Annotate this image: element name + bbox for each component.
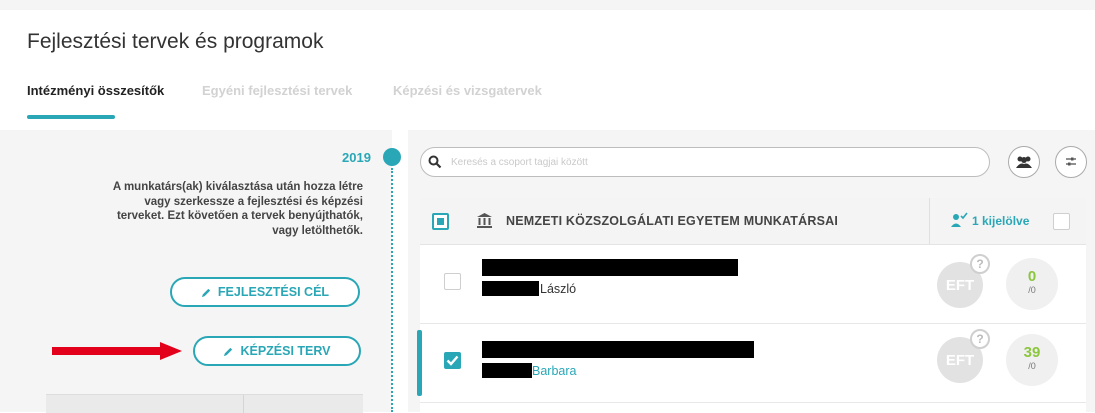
search-input[interactable]: Keresés a csoport tagjai között (420, 147, 990, 177)
bottom-tabs-divider (243, 395, 244, 413)
red-arrow-annotation (52, 342, 182, 360)
member-first-name: Barbara (532, 364, 577, 378)
timeline-line (391, 168, 393, 412)
list-item[interactable]: László EFT ? 0 /0 (420, 245, 1086, 324)
checkmark-icon (446, 355, 459, 366)
search-placeholder: Keresés a csoport tagjai között (451, 157, 588, 168)
filter-settings-button[interactable] (1055, 146, 1087, 178)
search-icon (428, 155, 442, 169)
redacted-name (482, 259, 738, 276)
institution-icon (477, 213, 492, 228)
left-bottom-tabs (46, 394, 363, 413)
count-total: /0 (1028, 285, 1036, 295)
pencil-icon (224, 347, 233, 356)
organization-name: NEMZETI KÖZSZOLGÁLATI EGYETEM MUNKATÁRSA… (506, 214, 839, 228)
selected-row-indicator (417, 330, 422, 396)
redacted-surname (482, 363, 532, 378)
kepzesi-terv-label: KÉPZÉSI TERV (240, 344, 331, 358)
top-bar (0, 0, 1095, 10)
help-badge[interactable]: ? (970, 329, 990, 349)
fejlesztesi-cel-label: FEJLESZTÉSI CÉL (217, 285, 330, 299)
redacted-name (482, 341, 754, 358)
list-item[interactable]: Barbara EFT ? 39 /0 (420, 324, 1086, 403)
tab-intezmenyi-osszesitok[interactable]: Intézményi összesítők (27, 83, 164, 98)
tab-kepzesi-es-vizsgatervek[interactable]: Képzési és vizsgatervek (393, 83, 542, 98)
select-all-checkbox[interactable] (1053, 213, 1070, 230)
instructions-text: A munkatárs(ak) kiválasztása után hozza … (112, 181, 363, 237)
tab-egyeni-fejlesztesi-tervek[interactable]: Egyéni fejlesztési tervek (202, 83, 352, 98)
row-checkbox[interactable] (444, 273, 461, 290)
list-header: NEMZETI KÖZSZOLGÁLATI EGYETEM MUNKATÁRSA… (420, 198, 1086, 245)
timeline-year: 2019 (342, 150, 371, 165)
timeline-dot (383, 148, 401, 166)
header-select-checkbox[interactable] (432, 213, 449, 230)
kepzesi-terv-button[interactable]: KÉPZÉSI TERV (193, 336, 361, 366)
group-icon (1016, 156, 1032, 168)
selected-count: 1 kijelölve (972, 214, 1030, 228)
count-value: 0 (1027, 268, 1037, 285)
list-item[interactable] (420, 403, 1086, 412)
redacted-surname (482, 281, 539, 296)
pencil-icon (201, 288, 211, 297)
count-total: /0 (1028, 361, 1036, 371)
help-badge[interactable]: ? (970, 254, 990, 274)
active-tab-indicator (27, 115, 115, 119)
row-checkbox-checked[interactable] (444, 352, 461, 369)
member-first-name: László (540, 282, 577, 296)
user-check-icon (951, 212, 968, 227)
header-divider (929, 198, 930, 244)
count-value: 39 (1023, 344, 1041, 361)
group-button[interactable] (1008, 146, 1040, 178)
plan-count: 0 /0 (1006, 258, 1058, 310)
filter-settings-icon (1066, 157, 1076, 166)
plan-count: 39 /0 (1006, 334, 1058, 386)
member-list: NEMZETI KÖZSZOLGÁLATI EGYETEM MUNKATÁRSA… (420, 198, 1086, 412)
fejlesztesi-cel-button[interactable]: FEJLESZTÉSI CÉL (170, 277, 360, 307)
left-panel (0, 130, 392, 412)
page-title: Fejlesztési tervek és programok (27, 30, 324, 53)
